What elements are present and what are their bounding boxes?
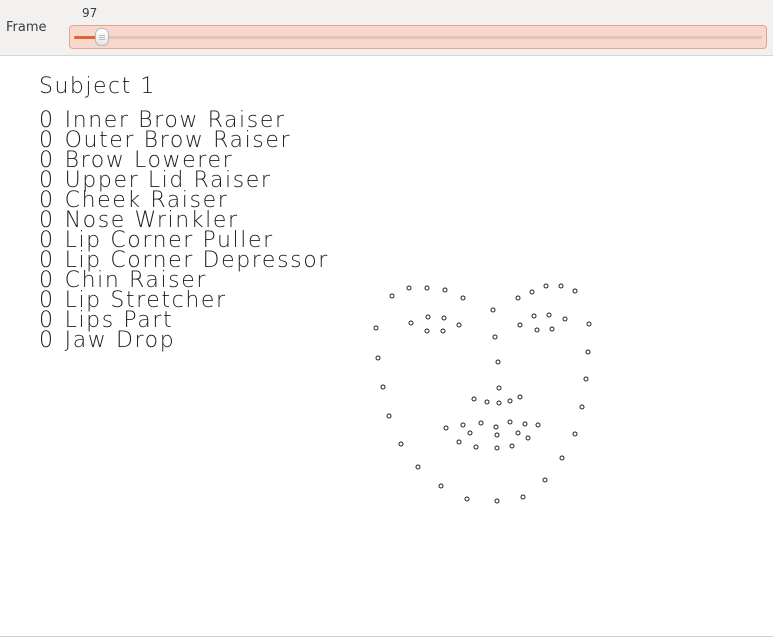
landmark-point [531, 313, 537, 319]
landmark-point [424, 328, 430, 334]
landmark-point [456, 439, 462, 445]
landmark-point [398, 441, 404, 447]
landmark-point [515, 295, 521, 301]
landmark-point [443, 425, 449, 431]
landmark-point [460, 422, 466, 428]
landmark-point [495, 359, 501, 365]
landmark-point [522, 421, 528, 427]
landmark-point [529, 289, 535, 295]
landmark-point [471, 396, 477, 402]
landmark-point [389, 293, 395, 299]
landmark-point [460, 295, 466, 301]
landmark-point [467, 430, 473, 436]
landmark-point [515, 430, 521, 436]
landmark-point [507, 398, 513, 404]
landmark-point [535, 422, 541, 428]
landmark-point [534, 327, 540, 333]
landmark-point [484, 399, 490, 405]
landmark-point [442, 287, 448, 293]
landmark-point [520, 494, 526, 500]
landmark-point [494, 445, 500, 451]
landmark-point [525, 435, 531, 441]
landmark-point [373, 325, 379, 331]
bottom-border [0, 636, 773, 637]
landmark-point [440, 328, 446, 334]
landmark-point [579, 404, 585, 410]
landmark-point [558, 283, 564, 289]
landmark-point [408, 320, 414, 326]
landmark-point [496, 385, 502, 391]
landmark-point [572, 431, 578, 437]
landmark-point [490, 307, 496, 313]
landmark-point [559, 455, 565, 461]
landmark-point [493, 424, 499, 430]
face-landmarks [373, 283, 592, 504]
landmark-point [494, 498, 500, 504]
landmark-point [386, 413, 392, 419]
landmark-point [438, 483, 444, 489]
landmark-point [375, 355, 381, 361]
landmark-point [585, 349, 591, 355]
landmark-point [517, 394, 523, 400]
landmark-point [562, 316, 568, 322]
landmark-point [415, 464, 421, 470]
landmark-point [496, 400, 502, 406]
landmark-point [425, 314, 431, 320]
landmark-point [441, 315, 447, 321]
landmark-point [478, 420, 484, 426]
landmark-point [546, 312, 552, 318]
landmark-point [492, 334, 498, 340]
landmark-point [583, 376, 589, 382]
landmark-point [473, 444, 479, 450]
landmark-point [586, 321, 592, 327]
landmark-point [406, 285, 412, 291]
landmark-point [456, 322, 462, 328]
landmark-point [517, 322, 523, 328]
landmark-point [572, 288, 578, 294]
landmark-point [380, 384, 386, 390]
landmark-point [542, 477, 548, 483]
landmark-point [549, 326, 555, 332]
landmark-point [509, 443, 515, 449]
landmark-point [543, 283, 549, 289]
landmark-point [424, 285, 430, 291]
landmark-point [507, 419, 513, 425]
landmark-point [464, 496, 470, 502]
landmark-point [494, 432, 500, 438]
